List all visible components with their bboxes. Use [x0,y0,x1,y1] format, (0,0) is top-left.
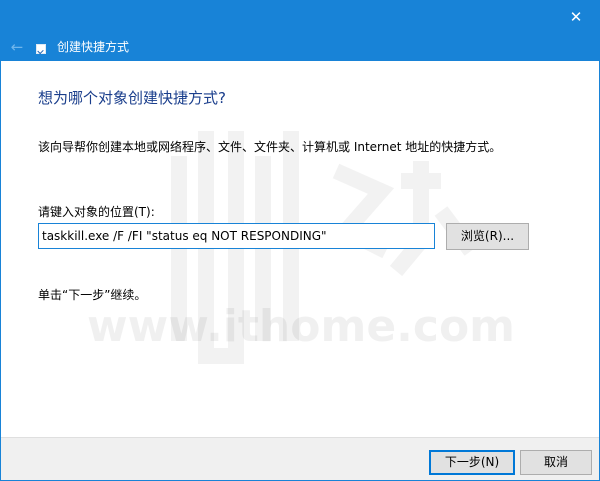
location-label: 请键入对象的位置(T): [38,205,155,219]
window-title: 创建快捷方式 [57,40,130,54]
back-button[interactable]: ← [7,37,27,57]
back-arrow-icon: ← [10,38,24,56]
wizard-footer: 下一步(N) 取消 [1,437,599,480]
location-input[interactable] [38,223,435,249]
shortcut-wizard-icon [36,44,46,54]
next-button[interactable]: 下一步(N) [429,450,515,475]
close-button[interactable]: ✕ [553,1,599,33]
page-heading: 想为哪个对象创建快捷方式? [38,89,226,107]
create-shortcut-window: ✕ ← 创建快捷方式 www.ithome.com 想为哪个对象创建快捷方式? … [0,0,600,481]
continue-hint: 单击“下一步”继续。 [38,288,147,302]
wizard-content: www.ithome.com 想为哪个对象创建快捷方式? 该向导帮你创建本地或网… [1,61,599,437]
browse-button[interactable]: 浏览(R)... [446,223,529,250]
close-icon: ✕ [569,8,583,26]
watermark-text: www.ithome.com [87,301,515,352]
title-bar: ✕ [1,1,599,33]
wizard-description: 该向导帮你创建本地或网络程序、文件、文件夹、计算机或 Internet 地址的快… [38,140,502,154]
cancel-button[interactable]: 取消 [520,450,592,475]
